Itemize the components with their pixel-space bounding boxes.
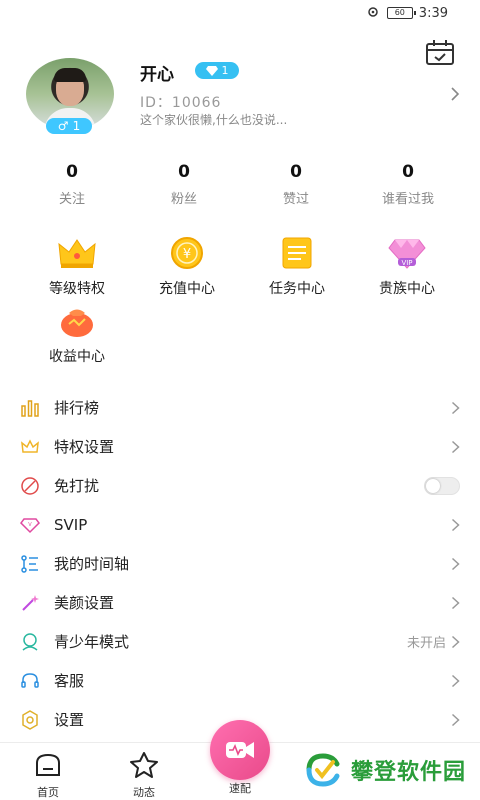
feature-label: 收益中心 [49,349,105,365]
nav-label: 动态 [133,786,155,799]
chevron-right-icon [451,635,460,649]
male-icon: ♂ [57,119,69,133]
crown-icon [58,239,96,268]
svg-text:¥: ¥ [183,247,191,262]
nav-moments[interactable]: 动态 [114,751,174,800]
star-icon [130,752,158,778]
feature-level-privilege[interactable]: 等级特权 [22,236,132,298]
profile-chevron-right-icon[interactable] [450,86,460,102]
match-button[interactable] [210,720,270,780]
watermark: 攀登软件园 [303,750,466,790]
menu-label: 我的时间轴 [54,555,130,573]
feature-label: 等级特权 [49,281,105,297]
timeline-icon [21,554,38,573]
menu-label: 排行榜 [54,399,100,417]
stat-following[interactable]: 0 关注 [16,162,128,207]
status-bar: 60 3:39 [0,0,480,26]
match-label: 速配 [229,782,251,795]
user-id: ID：10066 [140,95,222,111]
menu-item-teen-mode[interactable]: 青少年模式 未开启 [0,622,480,661]
vip-level-value: 1 [221,64,229,77]
feature-noble-center[interactable]: VIP 贵族中心 [352,236,462,298]
chevron-right-icon [451,401,460,415]
gender-level-badge: ♂ 1 [46,118,92,134]
do-not-disturb-icon [21,476,39,495]
feature-earnings-center[interactable]: 收益中心 [22,304,132,366]
chevron-right-icon [451,440,460,454]
svg-text:VIP: VIP [401,259,412,267]
nickname: 开心 [140,65,174,85]
svg-text:V: V [28,522,32,528]
gear-icon [22,709,38,730]
feature-task-center[interactable]: 任务中心 [242,236,352,298]
menu-label: 特权设置 [54,438,115,456]
calendar-icon[interactable] [424,38,456,68]
nav-home[interactable]: 首页 [18,751,78,800]
feature-label: 任务中心 [269,281,325,297]
stat-value: 0 [66,162,78,182]
menu-label: 客服 [54,672,85,690]
chevron-right-icon [451,557,460,571]
battery-icon: 60 [386,7,416,19]
stat-label: 谁看过我 [381,192,434,207]
stat-fans[interactable]: 0 粉丝 [128,162,240,207]
diamond-icon [205,65,218,76]
menu-label: SVIP [54,515,88,534]
chevron-right-icon [451,713,460,727]
stat-liked[interactable]: 0 赞过 [240,162,352,207]
status-time: 3:39 [418,5,448,21]
chevron-right-icon [451,518,460,532]
stats-row: 0 关注 0 粉丝 0 赞过 0 谁看过我 [16,162,464,207]
signature: 这个家伙很懒,什么也没说... [140,113,288,127]
svip-icon: V [20,517,40,533]
battery-level: 60 [394,8,405,17]
stat-value: 0 [402,162,414,182]
teen-mode-icon [22,632,38,651]
menu-item-beauty-settings[interactable]: 美颜设置 [0,583,480,622]
menu-item-customer-service[interactable]: 客服 [0,661,480,700]
feature-label: 贵族中心 [379,281,435,297]
vip-gem-icon: VIP [388,239,426,269]
ranking-icon [21,399,39,417]
stat-label: 关注 [58,192,85,207]
gender-level-value: 1 [72,119,81,133]
menu-item-do-not-disturb[interactable]: 免打扰 [0,466,480,505]
menu-item-svip[interactable]: V SVIP [0,505,480,544]
do-not-disturb-toggle[interactable] [424,477,460,495]
nav-label: 首页 [37,786,59,799]
feature-recharge-center[interactable]: ¥ 充值中心 [132,236,242,298]
menu-label: 青少年模式 [54,633,130,651]
menu-list: 排行榜 特权设置 免打扰 V SVIP 我的时间轴 美颜设置 青少年模式 未开启… [0,388,480,739]
menu-item-privilege-settings[interactable]: 特权设置 [0,427,480,466]
chevron-right-icon [451,674,460,688]
stat-visitors[interactable]: 0 谁看过我 [352,162,464,207]
home-icon [36,753,60,776]
headset-icon [21,672,39,688]
video-call-icon [226,742,254,758]
privilege-icon [21,438,39,453]
stat-value: 0 [178,162,190,182]
vip-level-badge: 1 [195,62,239,79]
menu-label: 设置 [54,711,85,729]
feature-grid: 等级特权 ¥ 充值中心 任务中心 VIP 贵族中心 收益中心 [22,226,462,374]
menu-label: 美颜设置 [54,594,115,612]
stat-label: 粉丝 [170,192,197,207]
menu-label: 免打扰 [54,477,100,495]
coin-icon: ¥ [171,237,203,269]
stat-value: 0 [290,162,302,182]
chevron-right-icon [451,596,460,610]
watermark-logo-icon [306,753,340,787]
watermark-text: 攀登软件园 [350,760,466,785]
location-icon [368,7,378,17]
feature-label: 充值中心 [159,281,215,297]
menu-item-ranking[interactable]: 排行榜 [0,388,480,427]
stat-label: 赞过 [282,192,309,207]
menu-item-timeline[interactable]: 我的时间轴 [0,544,480,583]
money-bag-icon [61,309,93,337]
teen-mode-status: 未开启 [406,636,446,651]
beauty-wand-icon [22,594,39,611]
task-icon [282,237,312,269]
